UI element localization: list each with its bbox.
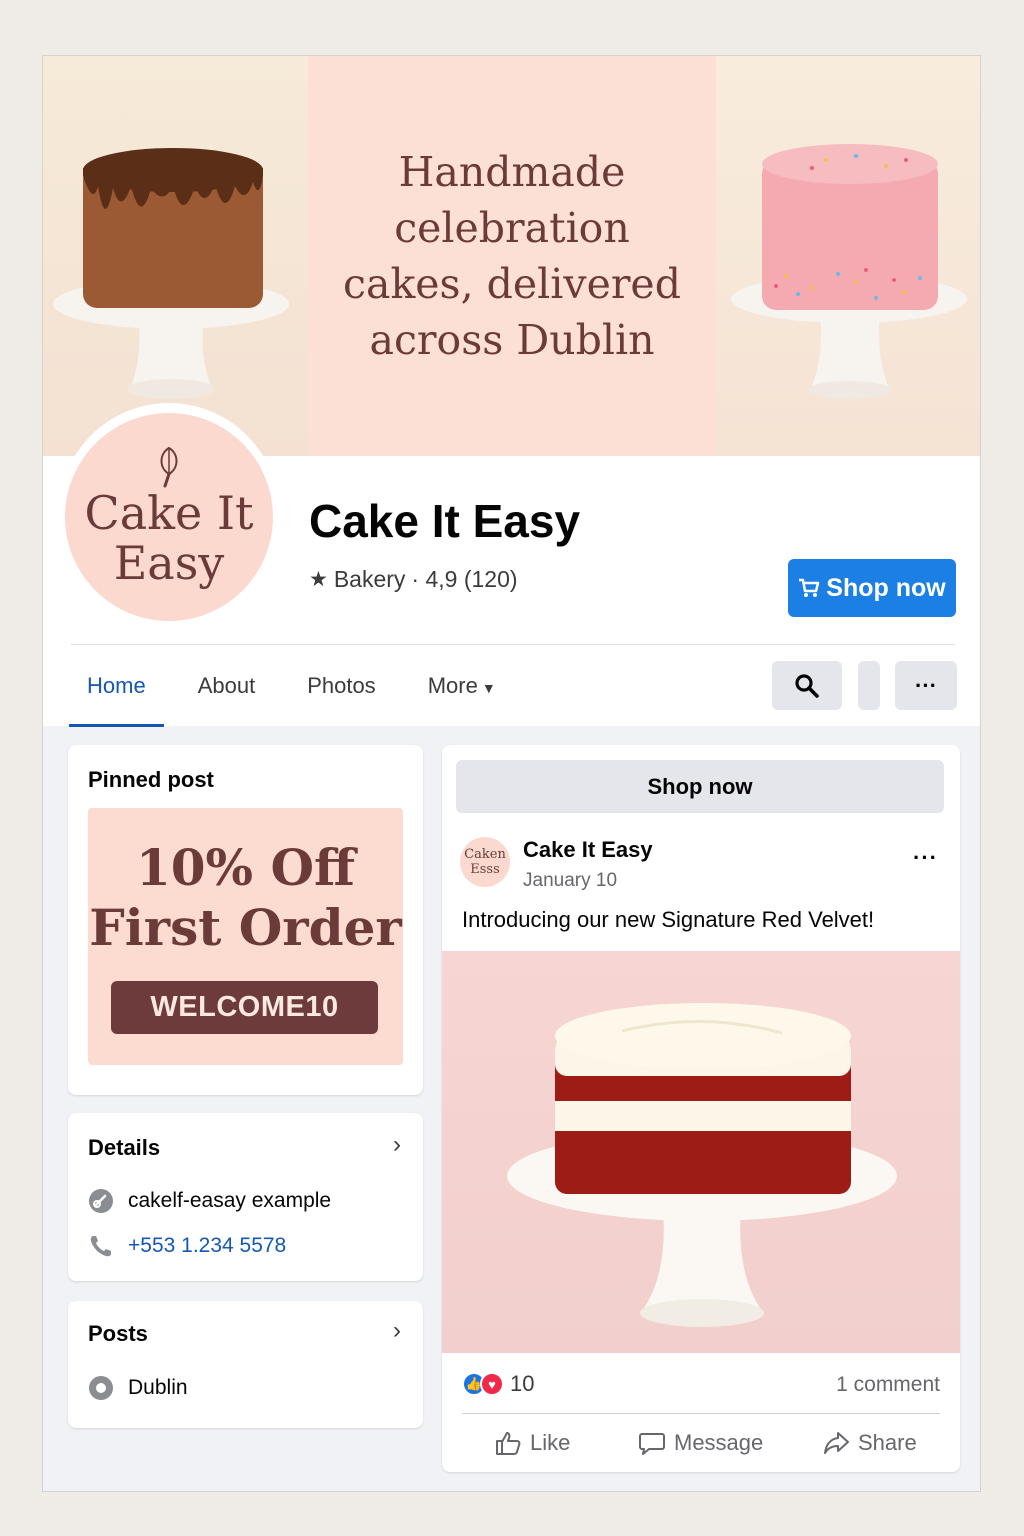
post-avatar-line1: Caken — [464, 847, 506, 862]
cover-right-panel — [716, 56, 980, 456]
phone-text: +553 1.234 5578 — [128, 1234, 287, 1257]
search-icon — [795, 673, 819, 698]
like-button[interactable]: Like — [494, 1429, 570, 1457]
avatar-text-line1: Cake It — [84, 486, 254, 540]
website-text: cakelf-easay example — [128, 1189, 332, 1212]
pinned-post-card: Pinned post 10% Off First Order WELCOME1… — [68, 745, 423, 1095]
page-title: Cake It Easy — [309, 495, 581, 547]
pinned-post-title: Pinned post — [88, 767, 214, 792]
star-icon: ★ — [309, 568, 328, 591]
caret-down-icon: ▼ — [481, 680, 496, 696]
rating-label: · 4,9 (120) — [411, 566, 518, 592]
posts-card: Posts › Dublin — [68, 1301, 423, 1428]
tab-about[interactable]: About — [180, 661, 274, 727]
page-avatar[interactable]: Cake It Easy — [65, 413, 273, 621]
message-label: Message — [674, 1430, 764, 1455]
post-text: Introducing our new Signature Red Velvet… — [462, 907, 875, 932]
whisk-icon — [160, 446, 178, 488]
tab-photos[interactable]: Photos — [289, 661, 394, 727]
comment-count[interactable]: 1 comment — [836, 1373, 940, 1397]
avatar-text-line2: Easy — [113, 536, 225, 590]
phone-icon — [90, 1236, 111, 1257]
ellipsis-icon: ··· — [915, 672, 937, 698]
chocolate-cake-image — [53, 148, 289, 399]
link-icon — [89, 1189, 113, 1213]
share-label: Share — [858, 1430, 917, 1455]
posts-title[interactable]: Posts — [88, 1321, 148, 1347]
cover-photo: Handmade celebration cakes, delivered ac… — [43, 56, 980, 456]
location-icon — [89, 1376, 113, 1400]
cover-headline: Handmade celebration cakes, delivered ac… — [343, 148, 681, 364]
cart-icon — [799, 578, 820, 597]
message-icon — [639, 1433, 665, 1455]
share-button[interactable]: Share — [822, 1429, 917, 1457]
shop-now-button[interactable]: Shop now — [788, 559, 956, 617]
tab-more[interactable]: More ▼ — [410, 661, 514, 727]
location-text: Dublin — [128, 1376, 188, 1399]
promo-banner[interactable]: 10% Off First Order WELCOME10 — [88, 808, 403, 1065]
promo-line1: 10% Off — [135, 838, 356, 897]
website-row[interactable]: cakelf-easay example — [88, 1188, 331, 1214]
message-button[interactable]: Message — [638, 1429, 763, 1457]
pink-sprinkle-cake-image — [731, 144, 967, 399]
tab-more-label: More — [427, 673, 478, 698]
like-label: Like — [530, 1430, 571, 1455]
cover-left-panel — [43, 56, 308, 456]
search-button[interactable] — [772, 661, 842, 710]
promo-line2: First Order — [89, 898, 402, 957]
post-options-icon[interactable]: ··· — [913, 845, 938, 871]
details-card: Details › cakelf-easay example +553 1.23… — [68, 1113, 423, 1281]
action-divider — [462, 1413, 940, 1414]
category-label: Bakery — [333, 566, 406, 592]
reaction-summary[interactable]: 👍 ♥ 10 — [462, 1371, 534, 1397]
post-timestamp[interactable]: January 10 — [523, 870, 617, 892]
feed-shop-now-button[interactable]: Shop now — [456, 760, 944, 813]
shop-now-label: Shop now — [826, 573, 946, 602]
chevron-right-icon[interactable]: › — [393, 1131, 401, 1159]
location-row[interactable]: Dublin — [88, 1375, 188, 1401]
feed-post-card: Shop now Caken Esss Cake It Easy January … — [442, 745, 960, 1472]
post-image[interactable] — [442, 951, 960, 1353]
cover-headline-panel: Handmade celebration cakes, delivered ac… — [308, 56, 716, 456]
love-reaction-icon: ♥ — [480, 1372, 504, 1396]
phone-row[interactable]: +553 1.234 5578 — [88, 1233, 286, 1259]
promo-code-badge: WELCOME10 — [111, 981, 378, 1034]
tab-spacer-button[interactable] — [858, 661, 880, 710]
thumbs-up-icon — [496, 1432, 521, 1455]
reaction-count: 10 — [510, 1371, 535, 1396]
post-author-name[interactable]: Cake It Easy — [523, 837, 653, 863]
more-options-button[interactable]: ··· — [895, 661, 957, 710]
post-author-avatar[interactable]: Caken Esss — [460, 837, 510, 887]
page-tabs: Home About Photos More ▼ — [69, 661, 530, 727]
share-icon — [824, 1432, 849, 1454]
tab-home[interactable]: Home — [69, 661, 164, 727]
page-frame: Handmade celebration cakes, delivered ac… — [42, 55, 981, 1492]
details-title[interactable]: Details — [88, 1135, 160, 1161]
header-divider — [71, 644, 955, 645]
red-velvet-cake-image — [507, 1003, 897, 1327]
page-meta: ★ Bakery · 4,9 (120) — [309, 566, 518, 593]
post-avatar-line2: Esss — [470, 862, 500, 877]
chevron-right-icon[interactable]: › — [393, 1317, 401, 1345]
